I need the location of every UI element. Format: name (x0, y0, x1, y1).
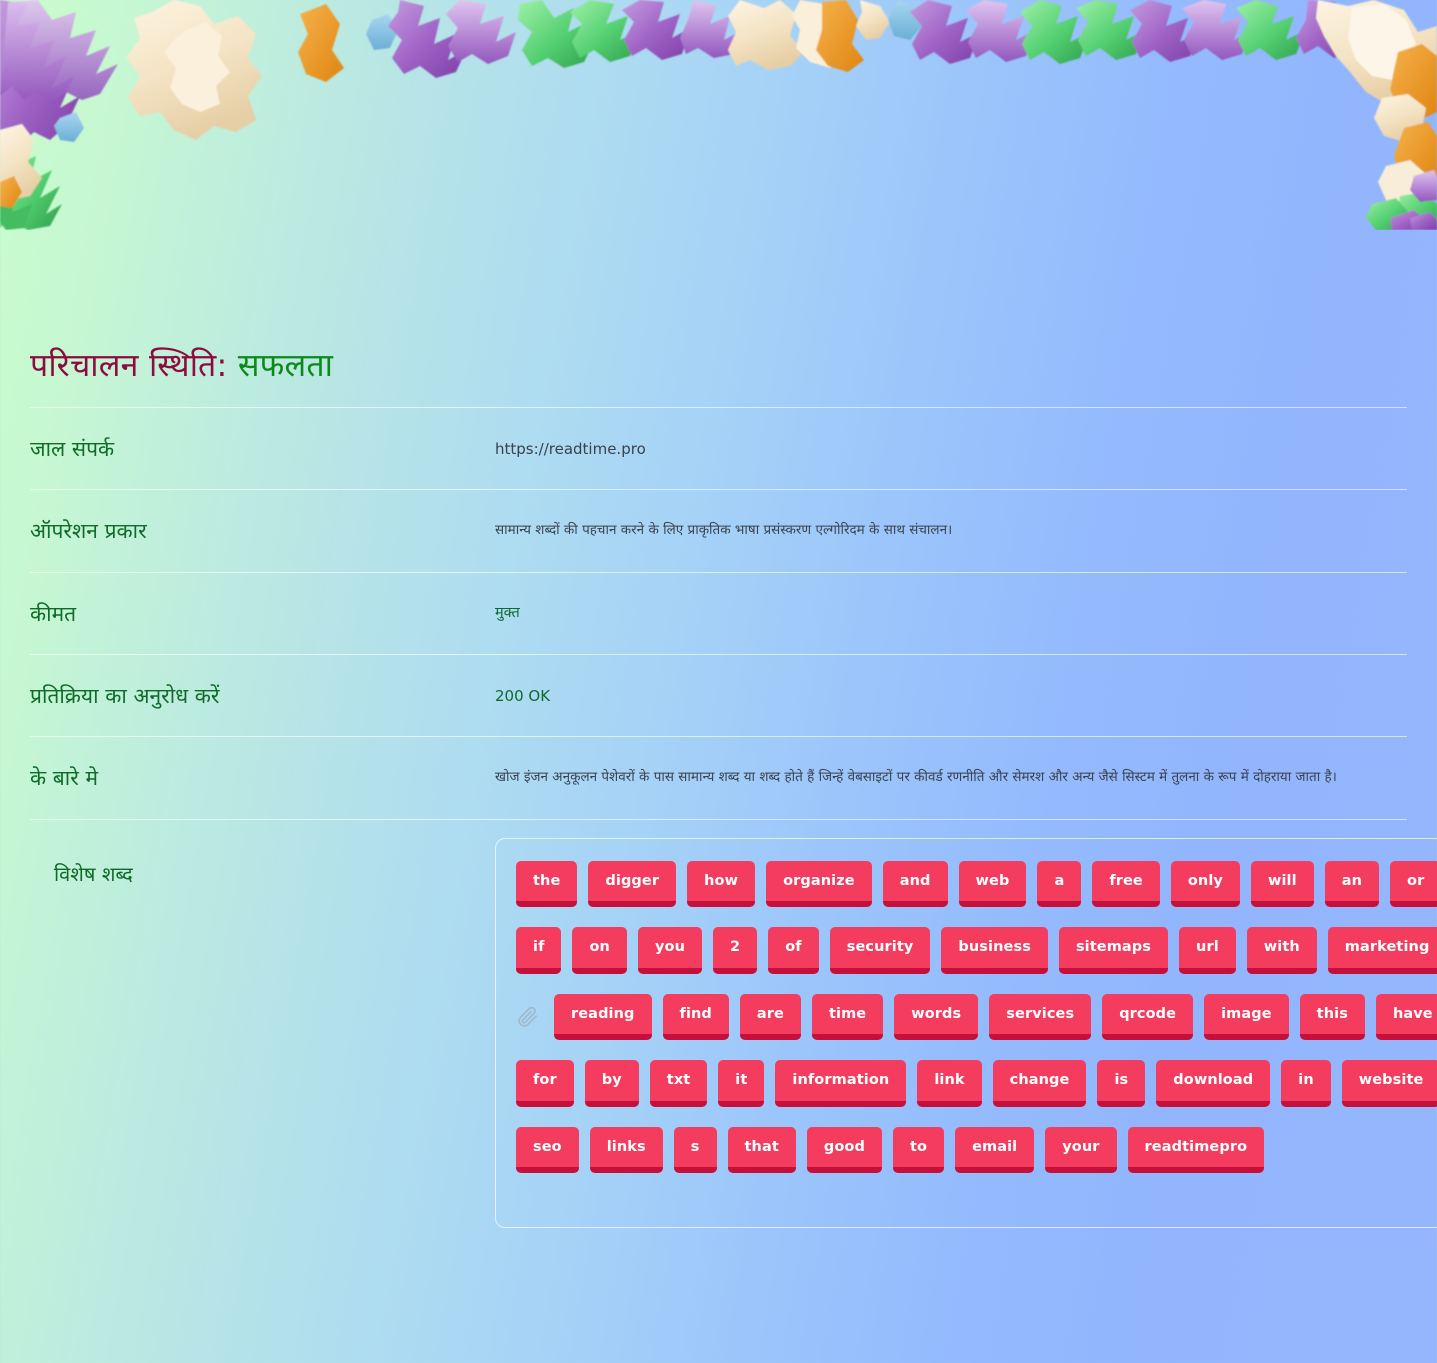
tag-row: for by txt it information link change is downloa… (516, 1060, 1437, 1107)
keyword-tag[interactable]: sitemaps (1058, 927, 1169, 974)
keyword-tag[interactable]: are (739, 993, 801, 1041)
keyword-tag[interactable]: or (1390, 860, 1437, 908)
detail-row-web-contact: जाल संपर्क https://readtime.pro (30, 407, 1407, 489)
keyword-tag[interactable]: txt (649, 1060, 708, 1107)
keyword-tag[interactable]: only (1170, 860, 1240, 908)
paperclip-icon (516, 1004, 540, 1030)
keyword-tag[interactable]: the (516, 860, 578, 908)
detail-row-about: के बारे मे खोज इंजन अनुकूलन पेशेवरों के … (30, 736, 1407, 818)
row-label-about: के बारे मे (30, 766, 99, 791)
keyword-tag[interactable]: on (572, 927, 627, 974)
page-title-main: परिचालन स्थिति: (30, 346, 228, 384)
row-value-about: खोज इंजन अनुकूलन पेशेवरों के पास सामान्य… (495, 769, 1337, 786)
keyword-tag[interactable]: business (941, 927, 1048, 974)
tag-row: if on you 2 of security business sitemaps url wit… (516, 927, 1437, 974)
keyword-tag[interactable]: reading (554, 993, 652, 1041)
row-label-operation-type: ऑपरेशन प्रकार (30, 519, 147, 544)
keyword-tag[interactable]: for (516, 1060, 574, 1107)
keyword-tag[interactable]: change (992, 1060, 1087, 1107)
tag-row: seo links s that good to email your readtimepro (516, 1126, 1437, 1174)
keyword-tag[interactable]: good (806, 1126, 882, 1174)
keyword-tag[interactable]: to (892, 1126, 945, 1174)
keyword-tag[interactable]: by (584, 1060, 639, 1107)
row-label-price: कीमत (30, 601, 77, 626)
keyword-tag[interactable]: you (637, 927, 703, 974)
row-value-operation-type: सामान्य शब्दों की पहचान करने के लिए प्रा… (495, 522, 953, 539)
keyword-tag[interactable]: it (718, 1060, 765, 1107)
keyword-tag[interactable]: is (1097, 1060, 1146, 1107)
keyword-tag[interactable]: that (727, 1126, 796, 1174)
keyword-tag[interactable]: web (958, 860, 1027, 908)
keyword-tag[interactable]: time (812, 993, 884, 1041)
page-title: परिचालन स्थिति: सफलता (30, 345, 1407, 385)
row-value-web-contact[interactable]: https://readtime.pro (495, 435, 1407, 461)
row-value-response-status: 200 OK (495, 687, 551, 706)
row-label-web-contact: जाल संपर्क (30, 437, 115, 461)
keyword-tag[interactable]: website (1341, 1060, 1437, 1107)
keyword-tag[interactable]: email (955, 1126, 1035, 1174)
keyword-tag[interactable]: words (894, 993, 979, 1041)
keyword-tag[interactable]: with (1246, 927, 1317, 974)
detail-row-price: कीमत मुक्त (30, 571, 1407, 654)
keyword-tag[interactable]: links (589, 1126, 663, 1174)
keyword-tag[interactable]: and (882, 860, 948, 908)
page-title-status: सफलता (237, 346, 334, 384)
detail-row-special-words: विशेष शब्द the digger how organize and web a fr… (30, 818, 1437, 1228)
keyword-tag[interactable]: in (1281, 1060, 1331, 1107)
keyword-tag[interactable]: download (1156, 1060, 1271, 1107)
keyword-tag[interactable]: security (829, 927, 931, 974)
keyword-tag[interactable]: find (662, 993, 729, 1041)
keyword-tag[interactable]: image (1204, 993, 1289, 1041)
keyword-tag[interactable]: s (673, 1126, 717, 1174)
detail-rows: जाल संपर्क https://readtime.pro ऑपरेशन प… (30, 407, 1437, 1228)
row-label-special-words: विशेष शब्द (54, 861, 133, 886)
keyword-tag[interactable]: marketing (1327, 927, 1437, 974)
keyword-tag[interactable]: link (917, 1060, 982, 1107)
keyword-tag[interactable]: qrcode (1102, 993, 1194, 1041)
tag-row: reading find are time words services qrcode ima… (516, 993, 1437, 1041)
keyword-tag[interactable]: have (1375, 993, 1437, 1041)
special-words-container: the digger how organize and web a free only will a… (495, 837, 1437, 1228)
keyword-tag[interactable]: this (1299, 993, 1365, 1041)
keyword-tag[interactable]: free (1092, 860, 1160, 908)
page-container: परिचालन स्थिति: सफलता जाल संपर्क https:/… (0, 0, 1437, 1228)
detail-row-operation-type: ऑपरेशन प्रकार सामान्य शब्दों की पहचान कर… (30, 489, 1407, 571)
keyword-tag[interactable]: of (768, 927, 819, 974)
keyword-tag[interactable]: readtimepro (1127, 1126, 1265, 1174)
keyword-tag[interactable]: url (1179, 927, 1236, 974)
keyword-tag[interactable]: digger (588, 860, 677, 908)
keyword-tag[interactable]: information (775, 1060, 907, 1107)
keyword-tag[interactable]: if (516, 927, 562, 974)
keyword-tag[interactable]: your (1045, 1126, 1117, 1174)
row-label-response-status: प्रतिक्रिया का अनुरोध करें (30, 684, 220, 709)
keyword-tag[interactable]: seo (516, 1126, 579, 1174)
row-value-price: मुक्त (495, 604, 520, 621)
keyword-tag[interactable]: how (687, 860, 756, 908)
tag-row: the digger how organize and web a free only will a… (516, 860, 1437, 908)
keyword-tag[interactable]: 2 (713, 927, 758, 974)
keyword-tag[interactable]: services (989, 993, 1092, 1041)
detail-row-response-status: प्रतिक्रिया का अनुरोध करें 200 OK (30, 654, 1407, 736)
keyword-tag[interactable]: will (1250, 860, 1314, 908)
keyword-tag[interactable]: an (1324, 860, 1380, 908)
keyword-tag[interactable]: a (1037, 860, 1082, 908)
keyword-tag[interactable]: organize (766, 860, 872, 908)
